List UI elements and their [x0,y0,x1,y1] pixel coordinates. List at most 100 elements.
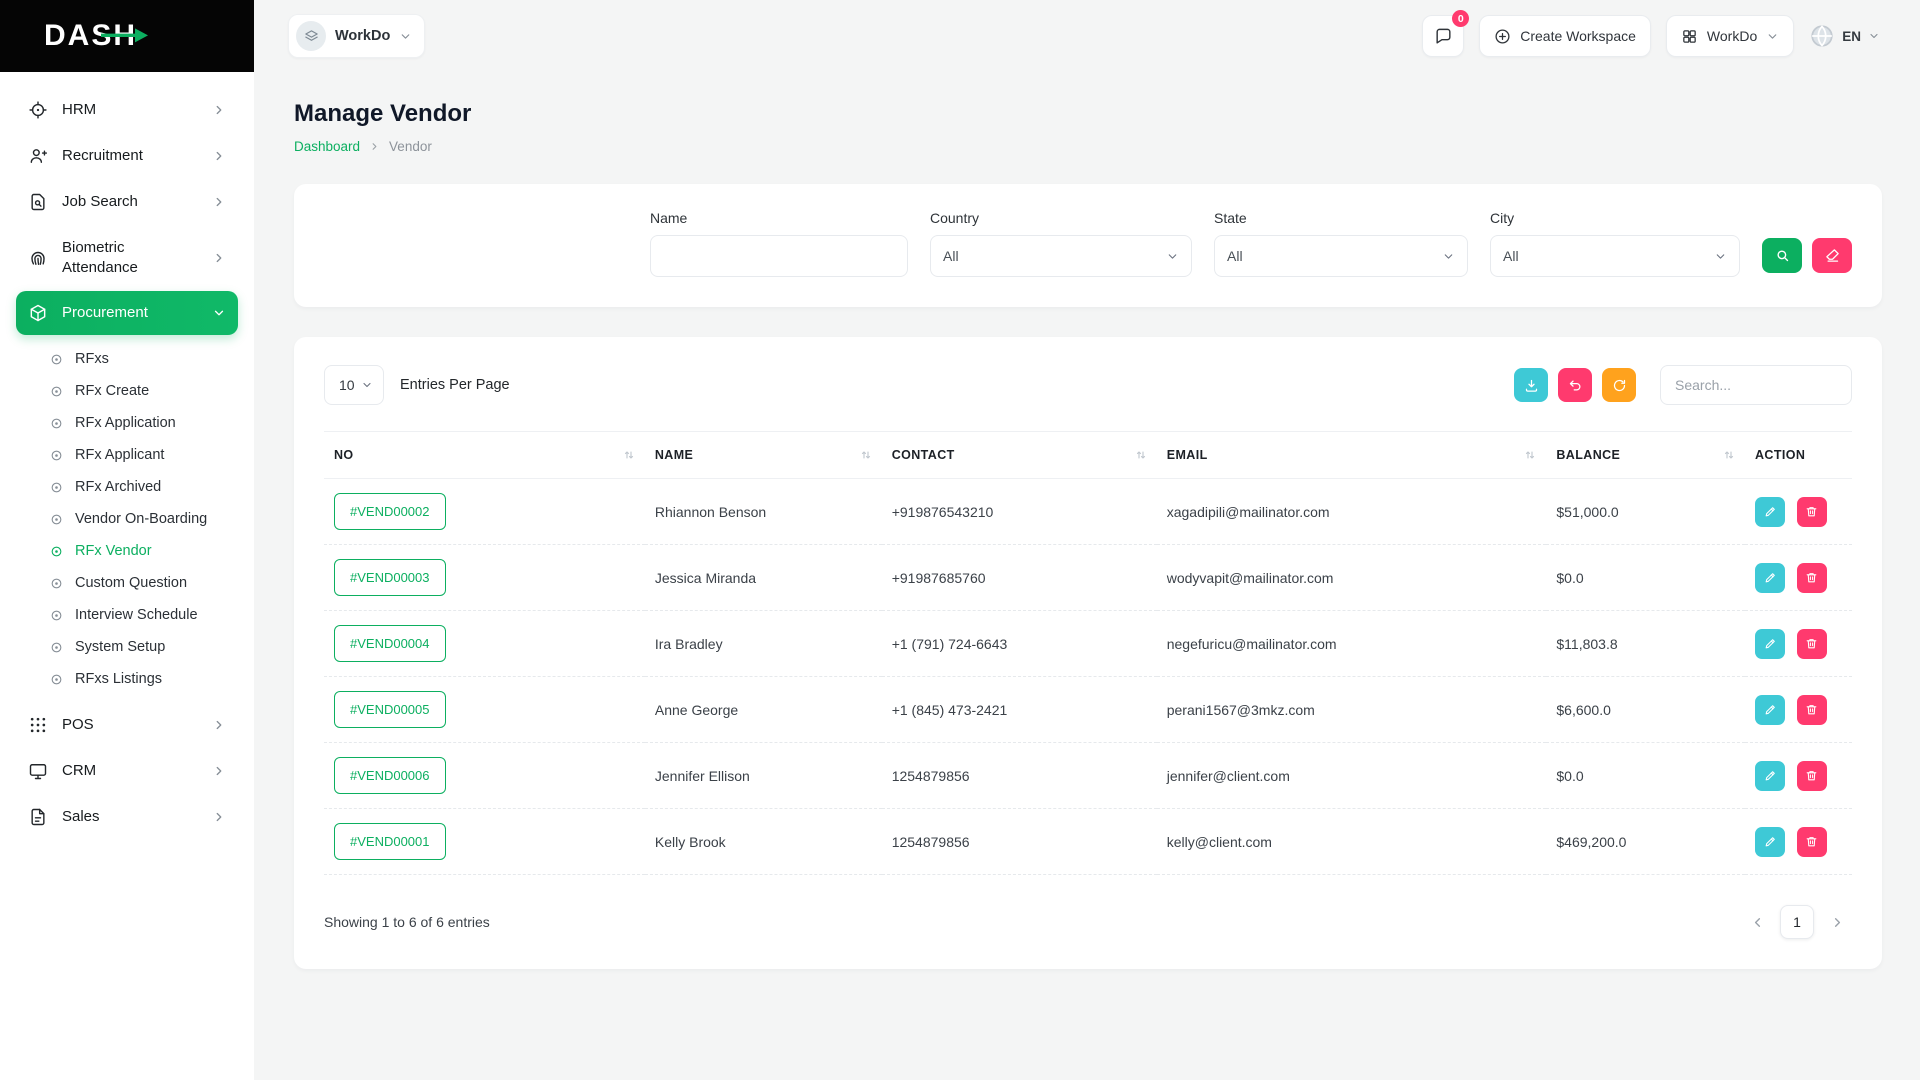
vendor-id-badge[interactable]: #VEND00004 [334,625,446,662]
plus-circle-icon [1494,28,1511,45]
apps-menu-button[interactable]: WorkDo [1666,15,1794,57]
dots-grid-icon [28,715,48,735]
sidebar-item-label: Recruitment [62,146,143,166]
col-header-email: EMAIL [1167,448,1208,462]
vendor-name: Ira Bradley [645,611,882,677]
sort-icon[interactable] [860,449,872,461]
city-filter-field: City All [1490,210,1740,277]
sidebar-item-crm[interactable]: CRM [16,749,238,793]
language-label: EN [1842,29,1861,44]
sidebar-item-recruitment[interactable]: Recruitment [16,134,238,178]
edit-button[interactable] [1755,827,1785,857]
sidebar-subitem-rfx-application[interactable]: RFx Application [42,407,238,439]
name-filter-input[interactable] [650,235,908,277]
language-selector[interactable]: EN [1809,23,1880,49]
city-select[interactable]: All [1490,235,1740,277]
vendor-id-badge[interactable]: #VEND00002 [334,493,446,530]
pencil-icon [1764,703,1777,716]
sidebar-subitem-label: RFx Vendor [75,543,152,559]
vendor-id-badge[interactable]: #VEND00001 [334,823,446,860]
sidebar-subitem-custom-question[interactable]: Custom Question [42,567,238,599]
edit-button[interactable] [1755,761,1785,791]
table-row: #VEND00003 Jessica Miranda +91987685760 … [324,545,1852,611]
sort-icon[interactable] [1524,449,1536,461]
sidebar-subitem-rfxs[interactable]: RFxs [42,343,238,375]
edit-button[interactable] [1755,497,1785,527]
sidebar-subitem-label: Interview Schedule [75,607,198,623]
state-select-value: All [1227,248,1243,264]
breadcrumb: Dashboard Vendor [294,139,1882,154]
prev-page-button[interactable] [1742,905,1772,939]
chevron-right-icon [1830,915,1845,930]
undo-button[interactable] [1558,368,1592,402]
delete-button[interactable] [1797,827,1827,857]
vendor-email: kelly@client.com [1157,809,1547,875]
sidebar-item-sales[interactable]: Sales [16,795,238,839]
sidebar-subitem-rfxs-listings[interactable]: RFxs Listings [42,663,238,695]
delete-button[interactable] [1797,761,1827,791]
vendor-email: perani1567@3mkz.com [1157,677,1547,743]
app-logo[interactable]: DASH [44,19,137,53]
sort-icon[interactable] [1135,449,1147,461]
col-header-balance: BALANCE [1556,448,1620,462]
state-select[interactable]: All [1214,235,1468,277]
next-page-button[interactable] [1822,905,1852,939]
sidebar-item-pos[interactable]: POS [16,703,238,747]
sidebar-item-job-search[interactable]: Job Search [16,180,238,224]
vendor-id-badge[interactable]: #VEND00003 [334,559,446,596]
search-icon [1775,248,1790,263]
vendor-balance: $6,600.0 [1546,677,1745,743]
entries-per-page-select[interactable]: 10 [324,365,384,405]
table-search-input[interactable] [1660,365,1852,405]
sidebar-subitem-rfx-vendor[interactable]: RFx Vendor [42,535,238,567]
sort-icon[interactable] [623,449,635,461]
vendor-name: Jessica Miranda [645,545,882,611]
vendor-name: Rhiannon Benson [645,479,882,545]
undo-icon [1568,378,1583,393]
apply-filter-button[interactable] [1762,238,1802,273]
edit-button[interactable] [1755,563,1785,593]
breadcrumb-dashboard-link[interactable]: Dashboard [294,139,360,154]
disc-icon [50,513,63,526]
sidebar-subitem-rfx-create[interactable]: RFx Create [42,375,238,407]
col-header-contact: CONTACT [892,448,955,462]
delete-button[interactable] [1797,563,1827,593]
chevron-right-icon [212,810,226,824]
state-filter-label: State [1214,210,1468,226]
create-workspace-button[interactable]: Create Workspace [1479,15,1651,57]
edit-button[interactable] [1755,695,1785,725]
delete-button[interactable] [1797,497,1827,527]
country-select[interactable]: All [930,235,1192,277]
sidebar-subitem-interview-schedule[interactable]: Interview Schedule [42,599,238,631]
delete-button[interactable] [1797,629,1827,659]
city-filter-label: City [1490,210,1740,226]
sidebar-subitem-system-setup[interactable]: System Setup [42,631,238,663]
delete-button[interactable] [1797,695,1827,725]
refresh-button[interactable] [1602,368,1636,402]
vendor-id-badge[interactable]: #VEND00006 [334,757,446,794]
disc-icon [50,609,63,622]
sidebar-subitem-rfx-archived[interactable]: RFx Archived [42,471,238,503]
reset-filter-button[interactable] [1812,238,1852,273]
sort-icon[interactable] [1723,449,1735,461]
sidebar-item-hrm[interactable]: HRM [16,88,238,132]
sidebar-item-procurement[interactable]: Procurement [16,291,238,335]
sidebar-item-label: Biometric Attendance [62,238,184,277]
pagination: 1 [1742,905,1852,939]
workspace-selector[interactable]: WorkDo [288,14,425,58]
edit-button[interactable] [1755,629,1785,659]
country-select-value: All [943,248,959,264]
file-icon [28,807,48,827]
chevron-down-icon [1766,30,1779,43]
messages-button[interactable]: 0 [1422,15,1464,57]
disc-icon [50,481,63,494]
vendor-id-badge[interactable]: #VEND00005 [334,691,446,728]
sidebar-subitem-rfx-applicant[interactable]: RFx Applicant [42,439,238,471]
page-number-button[interactable]: 1 [1780,905,1814,939]
sidebar-subitem-vendor-onboarding[interactable]: Vendor On-Boarding [42,503,238,535]
sidebar-item-biometric-attendance[interactable]: Biometric Attendance [16,226,238,289]
table-row: #VEND00005 Anne George +1 (845) 473-2421… [324,677,1852,743]
create-workspace-label: Create Workspace [1520,28,1636,44]
table-controls: 10 Entries Per Page [324,365,1852,405]
export-button[interactable] [1514,368,1548,402]
